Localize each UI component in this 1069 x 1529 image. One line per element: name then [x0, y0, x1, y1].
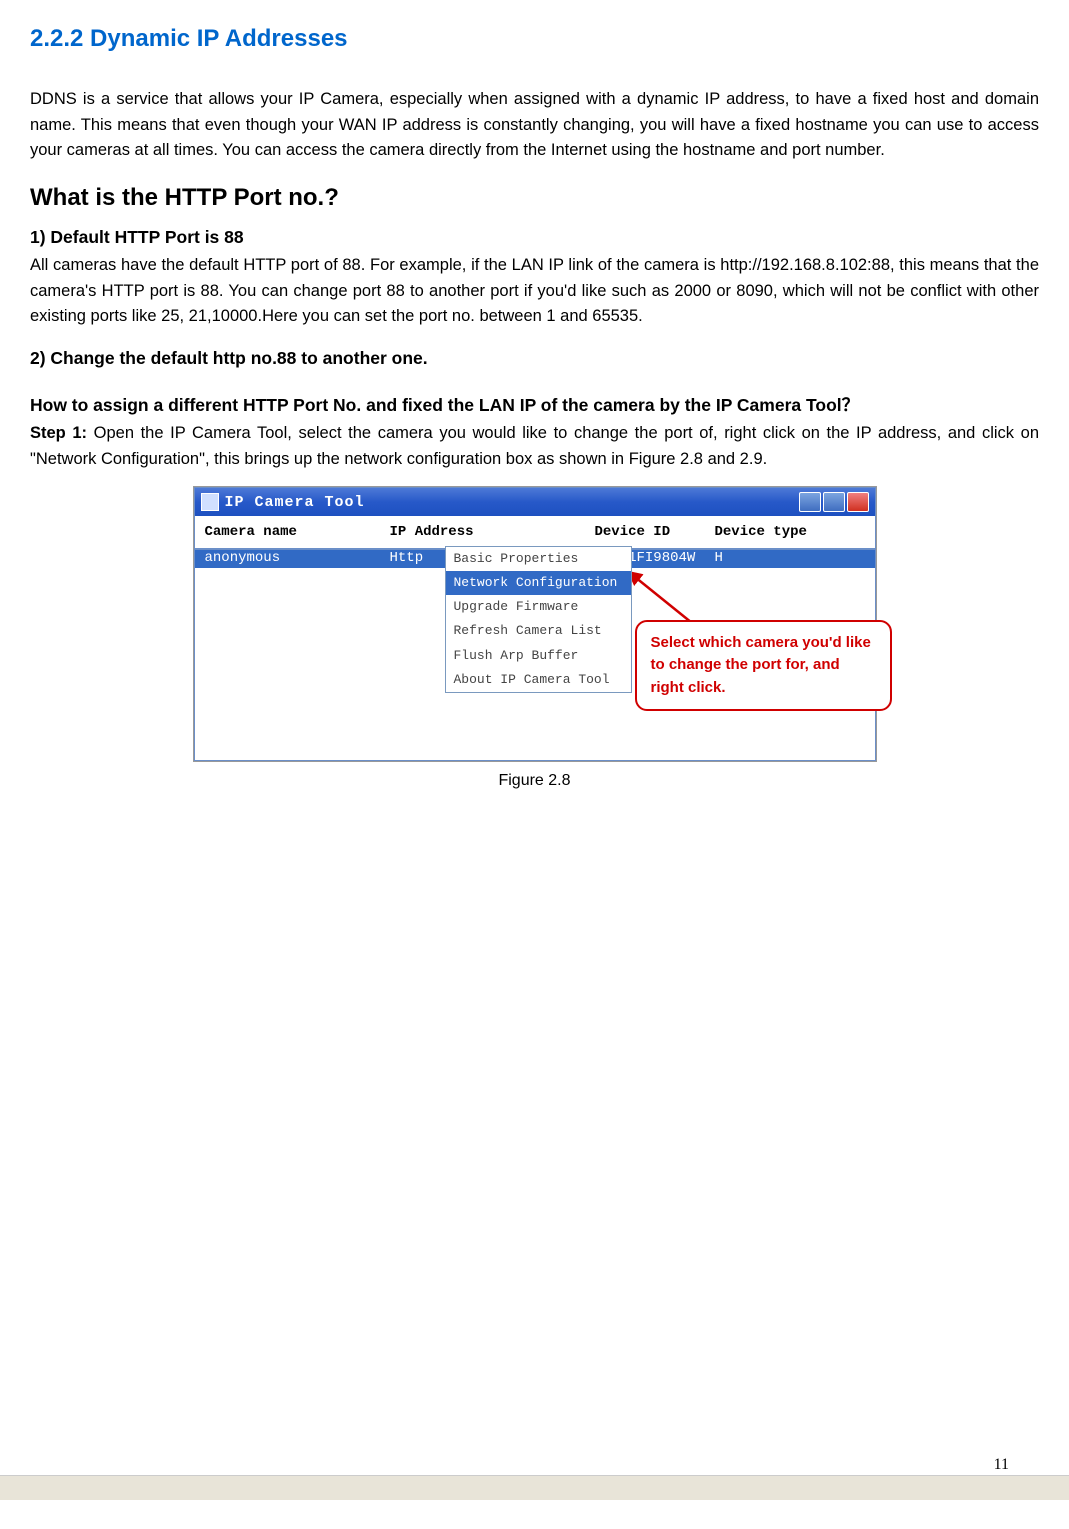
menu-about[interactable]: About IP Camera Tool — [446, 668, 631, 692]
menu-refresh-camera-list[interactable]: Refresh Camera List — [446, 619, 631, 643]
page-container: 2.2.2 Dynamic IP Addresses DDNS is a ser… — [30, 20, 1039, 1500]
h3-change-default: 2) Change the default http no.88 to anot… — [30, 345, 1039, 372]
para-default-port: All cameras have the default HTTP port o… — [30, 253, 1039, 330]
col-device-id: Device ID — [595, 522, 715, 544]
table-header: Camera name IP Address Device ID Device … — [195, 516, 875, 550]
h3-how-assign: How to assign a different HTTP Port No. … — [30, 392, 1039, 419]
col-camera-name: Camera name — [205, 522, 390, 544]
callout-text: Select which camera you'd like to change… — [651, 634, 871, 696]
minimize-button[interactable] — [799, 492, 821, 512]
step1-paragraph: Step 1: Open the IP Camera Tool, select … — [30, 421, 1039, 472]
window-title: IP Camera Tool — [225, 491, 365, 514]
step1-text: Open the IP Camera Tool, select the came… — [30, 424, 1039, 468]
section-title: 2.2.2 Dynamic IP Addresses — [30, 20, 1039, 57]
col-ip-address: IP Address — [390, 522, 595, 544]
maximize-button[interactable] — [823, 492, 845, 512]
menu-basic-properties[interactable]: Basic Properties — [446, 547, 631, 571]
cell-type: H — [715, 548, 835, 570]
figure-caption: Figure 2.8 — [30, 769, 1039, 794]
app-icon — [201, 493, 219, 511]
menu-flush-arp[interactable]: Flush Arp Buffer — [446, 644, 631, 668]
cell-name: anonymous — [205, 548, 390, 570]
callout-box: Select which camera you'd like to change… — [635, 620, 892, 712]
intro-paragraph: DDNS is a service that allows your IP Ca… — [30, 87, 1039, 164]
window-controls — [799, 492, 869, 512]
h3-default-port: 1) Default HTTP Port is 88 — [30, 224, 1039, 251]
h2-what-is-http-port: What is the HTTP Port no.? — [30, 179, 1039, 216]
close-button[interactable] — [847, 492, 869, 512]
menu-upgrade-firmware[interactable]: Upgrade Firmware — [446, 595, 631, 619]
step1-label: Step 1: — [30, 424, 87, 442]
page-footer-bar — [0, 1475, 1069, 1500]
ip-camera-tool-window: IP Camera Tool Camera name IP Address De… — [194, 487, 876, 761]
col-device-type: Device type — [715, 522, 835, 544]
menu-network-configuration[interactable]: Network Configuration — [446, 571, 631, 595]
page-number: 11 — [994, 1453, 1009, 1478]
figure-2-8: IP Camera Tool Camera name IP Address De… — [30, 487, 1039, 793]
context-menu: Basic Properties Network Configuration U… — [445, 546, 632, 693]
window-titlebar: IP Camera Tool — [195, 488, 875, 516]
camera-list: anonymous Http 00841FI9804W H Basic Prop… — [195, 550, 875, 760]
